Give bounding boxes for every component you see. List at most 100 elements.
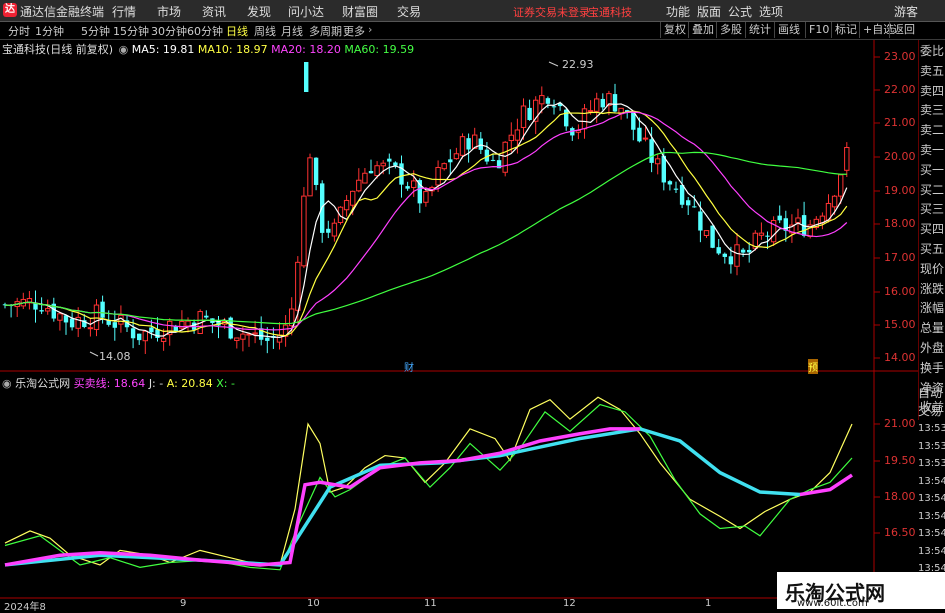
sidebar-item[interactable]: 买一 <box>920 161 945 179</box>
candle-body <box>26 298 33 304</box>
candle-body <box>271 335 276 338</box>
sidebar-item[interactable]: 买三 <box>920 200 945 218</box>
settings-circle-icon[interactable]: ◉ <box>2 377 12 390</box>
candle-body <box>149 327 154 333</box>
sidebar-item[interactable]: 总量 <box>920 319 945 337</box>
candle-body <box>179 320 185 329</box>
menu-gongneng[interactable]: 功能 <box>666 3 690 20</box>
app-name: 通达信金融终端 <box>20 5 105 19</box>
candle-body <box>686 200 691 206</box>
candle-body <box>234 337 240 341</box>
candle-body <box>496 160 502 169</box>
period-more[interactable]: 更多 <box>343 23 365 39</box>
period-daily[interactable]: 日线 <box>226 23 248 39</box>
menu-faxian[interactable]: 发现 <box>247 3 271 20</box>
candle-body <box>514 129 521 141</box>
period-monthly[interactable]: 月线 <box>281 23 303 39</box>
title-bar: 达 通达信金融终端 行情 市场 资讯 发现 问小达 财富圈 交易 证券交易未登录… <box>0 0 945 22</box>
candle-body <box>289 308 295 327</box>
candle-body <box>527 107 532 120</box>
guest-label[interactable]: 游客 <box>894 3 918 20</box>
sidebar-item[interactable]: 委比 <box>920 42 945 60</box>
price-tick-label: 14.00 <box>884 351 916 364</box>
sidebar-item[interactable]: 买五 <box>920 240 945 258</box>
menu-caifuquan[interactable]: 财富圈 <box>342 3 378 20</box>
candle-body <box>478 138 483 150</box>
login-warning[interactable]: 证券交易未登录 <box>513 4 590 20</box>
candle-body <box>539 95 545 105</box>
sidebar-item[interactable]: 涨跌 <box>920 280 945 298</box>
period-30min[interactable]: 30分钟 <box>151 23 187 39</box>
candle-body <box>606 93 612 106</box>
tongji-button[interactable]: 统计 <box>745 22 774 38</box>
period-5min[interactable]: 5分钟 <box>81 23 110 39</box>
candle-body <box>350 190 356 206</box>
candle-body <box>600 98 605 108</box>
candle-body <box>82 320 87 327</box>
sidebar-item[interactable]: 卖五 <box>920 62 945 80</box>
sidebar-item[interactable]: 买二 <box>920 181 945 199</box>
sidebar-item[interactable]: 卖四 <box>920 82 945 100</box>
sidebar-item[interactable]: 现价 <box>920 260 945 278</box>
candle-body <box>502 141 508 173</box>
menu-banmian[interactable]: 版面 <box>697 3 721 20</box>
sidebar-item[interactable]: 买四 <box>920 220 945 238</box>
back-button[interactable]: 返回 <box>889 22 918 38</box>
f10-button[interactable]: F10 <box>805 22 832 38</box>
trade-sidebar: 自动 交易 <box>918 384 945 420</box>
biaoji-button[interactable]: 标记 <box>831 22 860 38</box>
candle-body <box>368 170 374 174</box>
forecast-marker[interactable]: 预 <box>808 359 818 374</box>
duogu-button[interactable]: 多股 <box>716 22 745 38</box>
menu-jiaoyi[interactable]: 交易 <box>397 3 421 20</box>
sidebar-item[interactable]: 卖三 <box>920 101 945 119</box>
period-1min[interactable]: 1分钟 <box>35 23 64 39</box>
candle-body <box>380 162 386 167</box>
trade-sidebar-item[interactable]: 交易 <box>918 402 945 420</box>
time-tick-label: 11 <box>424 598 437 609</box>
tick-time: 13:54 <box>918 545 945 557</box>
price-tick-label: 19.00 <box>884 184 916 197</box>
sidebar-item[interactable]: 卖二 <box>920 121 945 139</box>
sidebar-item[interactable]: 外盘 <box>920 339 945 357</box>
sidebar-item[interactable]: 卖一 <box>920 141 945 159</box>
candle-body <box>295 261 301 311</box>
candle-body <box>304 62 309 92</box>
candle-body <box>197 311 203 334</box>
settings-circle-icon[interactable]: ◉ <box>119 43 129 56</box>
candle-body <box>722 253 727 257</box>
period-multi[interactable]: 多周期 <box>309 23 342 39</box>
candle-body <box>20 298 27 307</box>
huaxian-button[interactable]: 画线 <box>774 22 803 38</box>
menu-wenxiaoda[interactable]: 问小达 <box>288 3 324 20</box>
candle-body <box>508 134 515 142</box>
candle-body <box>490 159 496 161</box>
menu-zixun[interactable]: 资讯 <box>202 3 226 20</box>
period-fenshi[interactable]: 分时 <box>8 23 30 39</box>
menu-xuanxiang[interactable]: 选项 <box>759 3 783 20</box>
sidebar-item[interactable]: 换手 <box>920 359 945 377</box>
diejia-button[interactable]: 叠加 <box>688 22 717 38</box>
candle-body <box>734 244 740 267</box>
candle-body <box>789 224 795 234</box>
candle-body <box>210 318 215 323</box>
menu-hangqing[interactable]: 行情 <box>112 3 136 20</box>
sidebar-item[interactable]: 涨幅 <box>920 299 945 317</box>
candle-body <box>221 320 228 325</box>
menu-shichang[interactable]: 市场 <box>157 3 181 20</box>
fuquan-button[interactable]: 复权 <box>660 22 689 38</box>
period-60min[interactable]: 60分钟 <box>187 23 223 39</box>
period-weekly[interactable]: 周线 <box>254 23 276 39</box>
price-tick-label: 23.00 <box>884 50 916 63</box>
ma60-line <box>4 151 847 325</box>
quote-sidebar: 委比 卖五 卖四 卖三 卖二 卖一 买一 买二 买三 买四 买五 现价 涨跌 涨幅 总量 外盘 换手 净资 收益 <box>918 40 945 420</box>
finance-marker[interactable]: 财 <box>404 359 414 374</box>
trade-sidebar-item[interactable]: 自动 <box>918 384 945 402</box>
menu-gongshi[interactable]: 公式 <box>728 3 752 20</box>
candle-body <box>575 130 582 133</box>
current-stock-name: 宝通科技 <box>588 6 632 19</box>
candle-body <box>301 195 307 267</box>
period-15min[interactable]: 15分钟 <box>113 23 149 39</box>
more-chevron-icon[interactable]: › <box>368 23 372 36</box>
tick-time: 13:53 <box>918 458 945 469</box>
